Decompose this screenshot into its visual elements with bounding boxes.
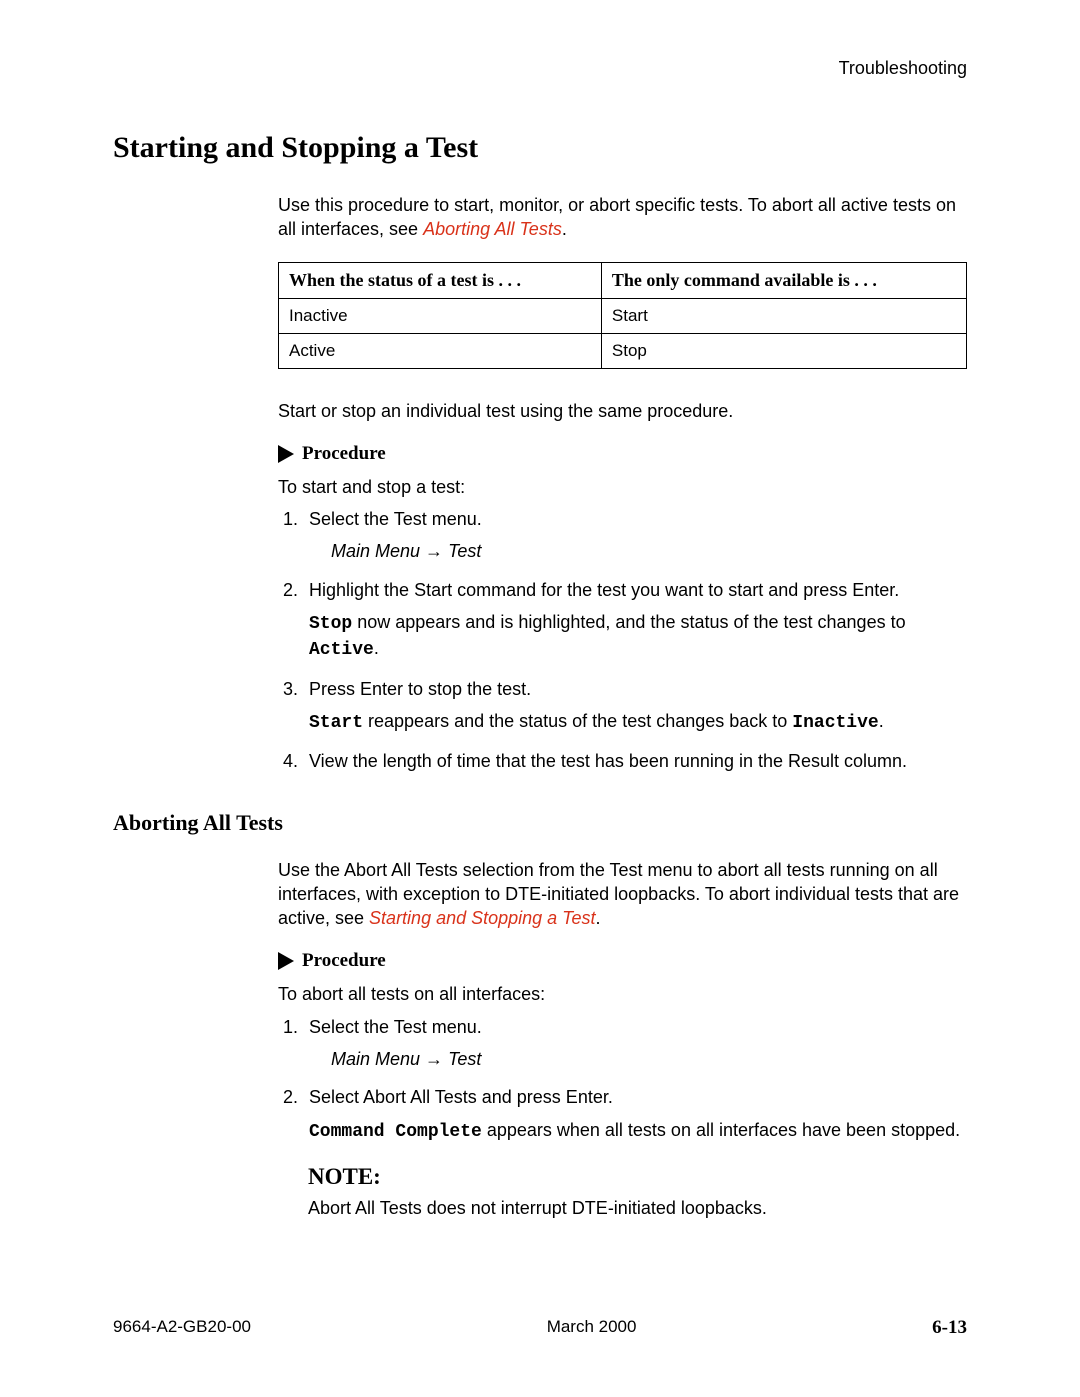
status-command-table: When the status of a test is . . . The o… — [278, 262, 967, 369]
arrow-icon: → — [425, 1049, 443, 1069]
triangle-icon — [278, 445, 294, 463]
step-sub-d: . — [879, 711, 884, 731]
step-text: Select the Test menu. — [309, 509, 482, 529]
list-item: Select the Test menu. Main Menu → Test — [303, 507, 967, 564]
header-section: Troubleshooting — [113, 58, 967, 79]
procedure-2-steps: Select the Test menu. Main Menu → Test S… — [278, 1015, 967, 1144]
page: Troubleshooting Starting and Stopping a … — [0, 0, 1080, 1397]
step-sub-b: now appears and is highlighted, and the … — [352, 612, 905, 632]
step-text: Press Enter to stop the test. — [309, 679, 531, 699]
list-item: Select the Test menu. Main Menu → Test — [303, 1015, 967, 1072]
post-table-text: Start or stop an individual test using t… — [278, 399, 967, 423]
list-item: Highlight the Start command for the test… — [303, 578, 967, 663]
menu-path: Main Menu → Test — [331, 1047, 967, 1071]
menu-path: Main Menu → Test — [331, 539, 967, 563]
step-text: Highlight the Start command for the test… — [309, 580, 899, 600]
intro-paragraph: Use this procedure to start, monitor, or… — [278, 193, 967, 242]
list-item: Press Enter to stop the test. Start reap… — [303, 677, 967, 736]
step-sub-b: appears when all tests on all interfaces… — [482, 1120, 960, 1140]
procedure-label: Procedure — [302, 950, 386, 972]
link-aborting-all-tests[interactable]: Aborting All Tests — [423, 219, 562, 239]
page-footer: 9664-A2-GB20-00 March 2000 6-13 — [113, 1317, 967, 1339]
intro-post: . — [562, 219, 567, 239]
list-item: View the length of time that the test ha… — [303, 749, 967, 773]
note-block: NOTE: Abort All Tests does not interrupt… — [308, 1164, 967, 1220]
list-item: Select Abort All Tests and press Enter. … — [303, 1085, 967, 1144]
step-sub: Command Complete appears when all tests … — [309, 1118, 967, 1144]
table-cell: Stop — [601, 333, 966, 368]
menu-path-a: Main Menu — [331, 541, 425, 561]
arrow-icon: → — [425, 541, 443, 561]
footer-page-number: 6-13 — [932, 1317, 967, 1339]
menu-path-b: Test — [448, 541, 481, 561]
note-heading: NOTE: — [308, 1164, 967, 1190]
step-sub-b: reappears and the status of the test cha… — [363, 711, 792, 731]
note-body: Abort All Tests does not interrupt DTE-i… — [308, 1196, 967, 1220]
proc1-lead: To start and stop a test: — [278, 475, 967, 499]
footer-doc-id: 9664-A2-GB20-00 — [113, 1317, 251, 1339]
procedure-1-steps: Select the Test menu. Main Menu → Test H… — [278, 507, 967, 773]
step-text: Select the Test menu. — [309, 1017, 482, 1037]
triangle-icon — [278, 952, 294, 970]
step-sub: Start reappears and the status of the te… — [309, 709, 967, 735]
mono-start: Start — [309, 713, 363, 733]
step-text: View the length of time that the test ha… — [309, 751, 907, 771]
step-sub-d: . — [374, 638, 379, 658]
abort-intro-post: . — [596, 908, 601, 928]
step-text: Select Abort All Tests and press Enter. — [309, 1087, 613, 1107]
menu-path-b: Test — [448, 1049, 481, 1069]
table-row: Active Stop — [279, 333, 967, 368]
mono-inactive: Inactive — [792, 713, 878, 733]
mono-active: Active — [309, 640, 374, 660]
table-row: Inactive Start — [279, 298, 967, 333]
page-title: Starting and Stopping a Test — [113, 131, 967, 165]
abort-intro-paragraph: Use the Abort All Tests selection from t… — [278, 858, 967, 931]
procedure-heading: Procedure — [278, 443, 967, 465]
step-sub: Stop now appears and is highlighted, and… — [309, 610, 967, 663]
proc2-lead: To abort all tests on all interfaces: — [278, 982, 967, 1006]
table-head-status: When the status of a test is . . . — [279, 262, 602, 298]
mono-command-complete: Command Complete — [309, 1122, 482, 1142]
procedure-heading: Procedure — [278, 950, 967, 972]
menu-path-a: Main Menu — [331, 1049, 425, 1069]
table-header-row: When the status of a test is . . . The o… — [279, 262, 967, 298]
link-starting-stopping[interactable]: Starting and Stopping a Test — [369, 908, 596, 928]
mono-stop: Stop — [309, 614, 352, 634]
footer-date: March 2000 — [547, 1317, 637, 1339]
table-cell: Inactive — [279, 298, 602, 333]
table-cell: Active — [279, 333, 602, 368]
table-cell: Start — [601, 298, 966, 333]
section-heading-aborting: Aborting All Tests — [113, 810, 967, 836]
procedure-label: Procedure — [302, 443, 386, 465]
intro-pre: Use this procedure to start, monitor, or… — [278, 195, 956, 239]
table-head-command: The only command available is . . . — [601, 262, 966, 298]
